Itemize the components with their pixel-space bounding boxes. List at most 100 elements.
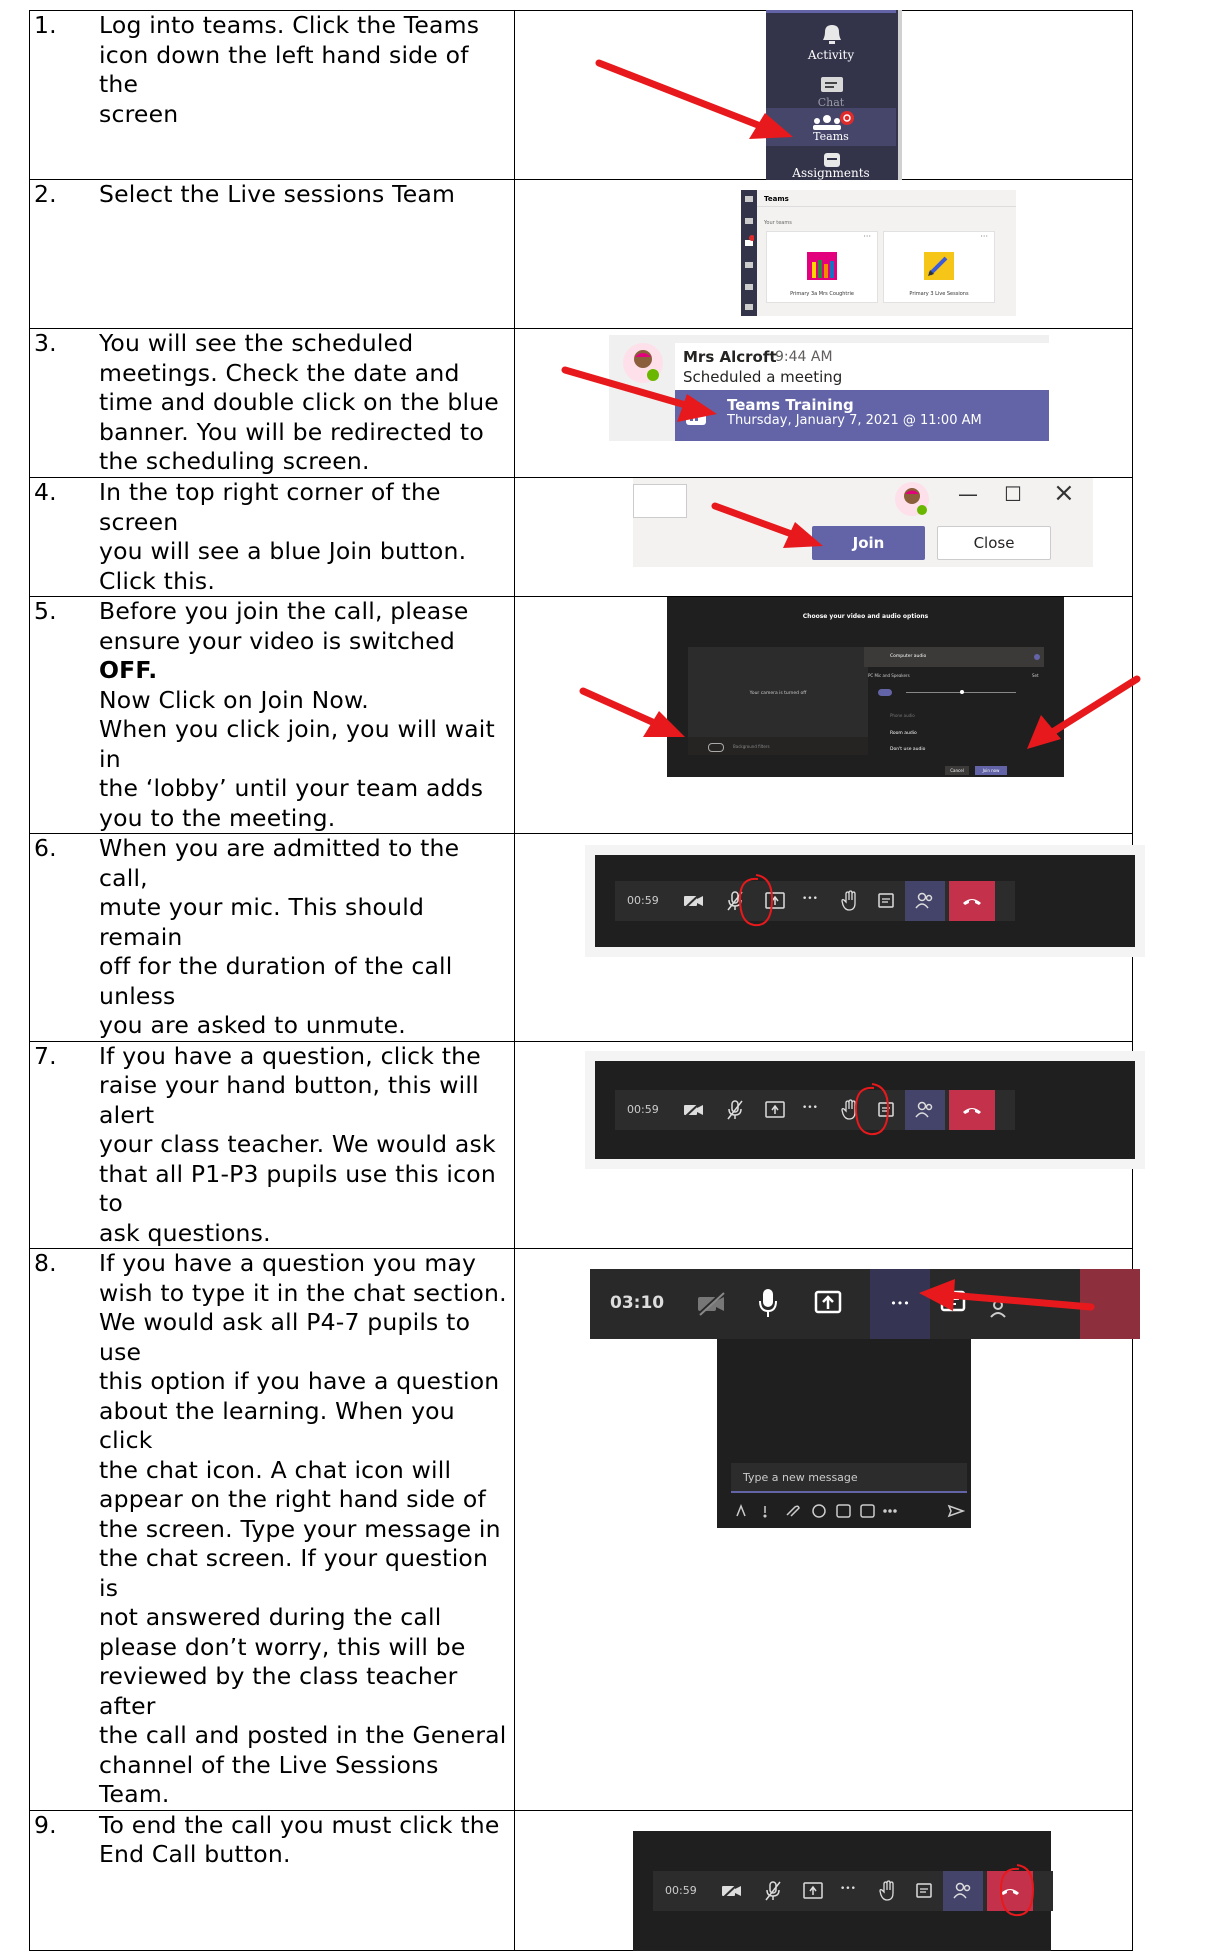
compose-toolbar-icons[interactable] xyxy=(735,1503,965,1519)
call-timer: 00:59 xyxy=(627,1102,659,1116)
share-screen-icon[interactable] xyxy=(803,1881,823,1901)
team-card-coughtrie[interactable]: ··· Primary 3a Mrs Coughtrie xyxy=(766,231,878,303)
step-line: that all P1-P3 pupils use this icon to xyxy=(99,1159,496,1218)
step-line: you will see a blue Join button. xyxy=(99,537,467,565)
participants-button[interactable] xyxy=(943,1870,983,1911)
call-toolbar: 00:59 ••• xyxy=(615,1089,1015,1130)
step-line: In the top right corner of the screen xyxy=(99,478,441,536)
pencil-icon xyxy=(924,252,954,280)
step-line: Select the Live sessions Team xyxy=(99,180,456,208)
pointer-arrow xyxy=(711,502,823,548)
step-line: When you are admitted to the call, xyxy=(99,834,460,892)
team-card-live-sessions[interactable]: ··· Primary 3 Live Sessions xyxy=(883,231,995,303)
device-label: PC Mic and Speakers xyxy=(868,673,910,678)
step-line: To end the call you must click the xyxy=(99,1810,500,1839)
step-line: the chat screen. If your question is xyxy=(99,1544,489,1602)
step-image-cell: 00:59 ••• xyxy=(514,833,1145,1042)
camera-off-icon[interactable] xyxy=(683,892,705,910)
participants-icon xyxy=(953,1882,971,1898)
option-computer-audio[interactable]: Computer audio xyxy=(864,647,1044,667)
more-icon[interactable]: ••• xyxy=(802,1103,818,1113)
step-text-cell: 9. To end the call you must click the En… xyxy=(29,1809,515,1951)
mic-toggle[interactable] xyxy=(878,689,892,696)
camera-off-icon[interactable] xyxy=(696,1291,726,1317)
more-icon[interactable]: ••• xyxy=(802,894,818,904)
step-row-5: 5. Before you join the call, please ensu… xyxy=(29,596,1141,834)
step-line: raise your hand button, this will alert xyxy=(99,1071,479,1129)
chat-icon[interactable] xyxy=(915,1882,933,1900)
bell-icon xyxy=(823,25,841,44)
chat-icon xyxy=(821,77,843,92)
step-line: ask questions. xyxy=(99,1218,271,1247)
step-image-cell: 03:10 ••• Type a new message xyxy=(514,1248,1140,1811)
step-image-cell: Mrs Alcroft 9:44 AM Scheduled a meeting … xyxy=(514,328,1133,478)
highlight-circle xyxy=(738,874,774,927)
call-timer: 03:10 xyxy=(610,1293,665,1313)
highlight-circle xyxy=(999,1863,1035,1916)
share-screen-icon[interactable] xyxy=(765,1100,785,1120)
minimize-button[interactable]: — xyxy=(958,482,978,506)
step-line: the screen. Type your message in xyxy=(99,1514,501,1543)
teams-list-screenshot: Teams Your teams ··· Primary 3a Mrs Coug… xyxy=(741,190,1016,316)
share-screen-icon[interactable] xyxy=(814,1289,842,1317)
raise-hand-icon[interactable] xyxy=(879,1879,897,1902)
step-line: about the learning. When you click xyxy=(99,1396,455,1455)
step-line: We would ask all P4-7 pupils to use xyxy=(99,1308,471,1366)
maximize-button[interactable]: ☐ xyxy=(1004,482,1022,506)
step-line: icon down the left hand side of the xyxy=(99,40,469,99)
off-emphasis: OFF. xyxy=(99,656,158,684)
nav-icons xyxy=(745,196,754,310)
background-filters[interactable]: Background filters xyxy=(733,744,770,749)
step-line: If you have a question you may xyxy=(99,1249,477,1277)
mic-off-icon[interactable] xyxy=(725,1099,745,1121)
step-line: You will see the scheduled xyxy=(99,329,414,357)
step-line: Before you join the call, please xyxy=(99,597,469,625)
option-phone-audio[interactable]: Phone audio xyxy=(890,713,915,718)
step-row-7: 7. If you have a question, click the rai… xyxy=(29,1040,1145,1249)
more-icon: ··· xyxy=(863,232,871,241)
close-window-button[interactable]: × xyxy=(1053,478,1075,508)
step-line: the ‘lobby’ until your team adds xyxy=(99,774,484,802)
avatar xyxy=(895,482,929,516)
step-line: Click this. xyxy=(99,566,216,595)
step-line: Now Click on Join Now. xyxy=(99,685,369,714)
camera-off-icon[interactable] xyxy=(683,1100,705,1119)
step-image-cell: Choose your video and audio options Your… xyxy=(514,596,1141,834)
chat-icon[interactable] xyxy=(877,892,895,910)
message-input[interactable]: Type a new message xyxy=(731,1463,967,1493)
step-text-cell: 5. Before you join the call, please ensu… xyxy=(29,596,515,834)
step-number: 6. xyxy=(34,834,57,862)
hang-up-button[interactable] xyxy=(949,1089,995,1130)
call-toolbar: 00:59 ••• xyxy=(653,1870,1053,1911)
step-text-cell: 8. If you have a question you may wish t… xyxy=(29,1248,515,1811)
step-line: Log into teams. Click the Teams xyxy=(99,11,480,39)
participants-button[interactable] xyxy=(905,1089,945,1130)
step-line: the scheduling screen. xyxy=(99,447,370,475)
step-row-4: 4. In the top right corner of the screen… xyxy=(29,477,1133,597)
step-line: channel of the Live Sessions Team. xyxy=(99,1750,439,1809)
video-toggle[interactable] xyxy=(708,743,724,752)
raise-hand-icon[interactable] xyxy=(841,890,859,912)
hang-up-button[interactable] xyxy=(949,881,995,921)
step-line: not answered during the call xyxy=(99,1603,442,1631)
cancel-button[interactable]: Cancel xyxy=(945,766,969,775)
mic-off-icon[interactable] xyxy=(763,1880,783,1902)
meeting-title: Teams Training xyxy=(727,396,854,414)
participants-icon xyxy=(915,892,933,909)
join-now-button[interactable]: Join now xyxy=(975,766,1007,775)
camera-preview: Your camera is turned off Background fil… xyxy=(688,647,868,755)
step-line: wish to type it in the chat section. xyxy=(99,1278,507,1307)
meeting-header-screenshot: — ☐ × Join Close xyxy=(633,478,1093,567)
participants-button[interactable] xyxy=(905,881,945,921)
meeting-banner[interactable]: Teams Training Thursday, January 7, 2021… xyxy=(675,390,1049,441)
camera-off-icon[interactable] xyxy=(721,1881,743,1900)
mic-icon[interactable] xyxy=(757,1287,779,1319)
close-button[interactable]: Close xyxy=(937,526,1051,560)
option-room-audio[interactable]: Room audio xyxy=(890,731,917,736)
more-icon[interactable]: ••• xyxy=(840,1884,856,1894)
pointer-arrow xyxy=(579,687,685,737)
option-dont-use-audio[interactable]: Don't use audio xyxy=(890,747,925,752)
pencils-icon xyxy=(807,252,837,280)
pointer-arrow xyxy=(919,1279,1095,1311)
join-button[interactable]: Join xyxy=(812,526,925,560)
